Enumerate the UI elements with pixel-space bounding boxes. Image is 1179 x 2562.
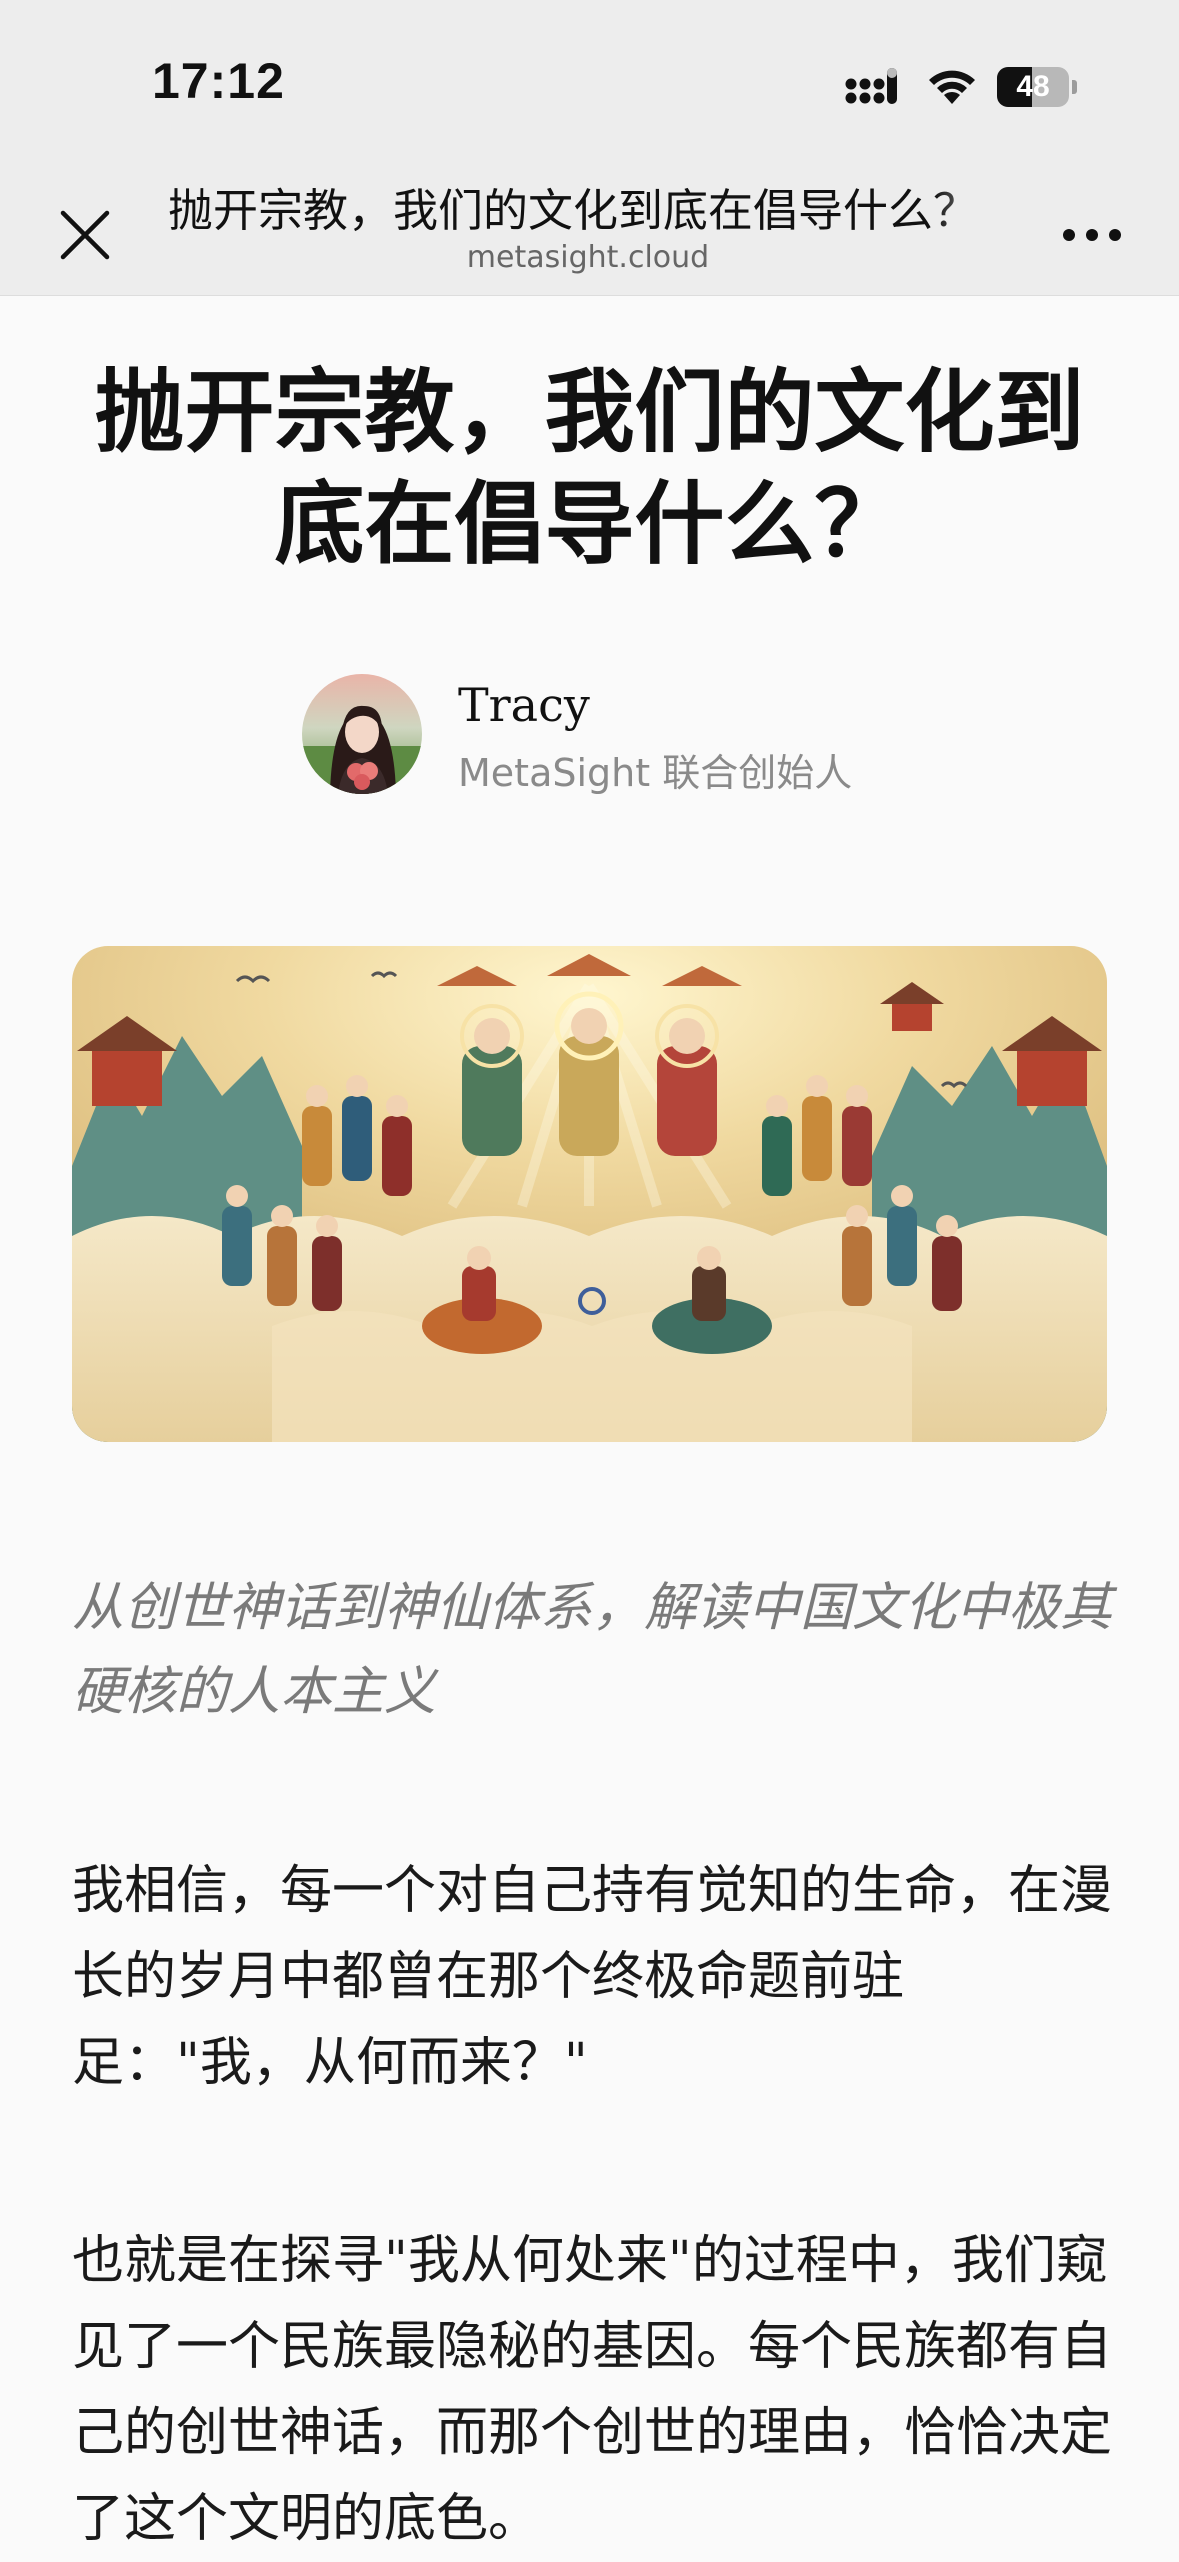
- status-time: 17:12: [152, 53, 285, 109]
- signal-icon: [845, 68, 897, 104]
- avatar[interactable]: [302, 674, 422, 794]
- paragraph: 也就是在探寻"我从何处来"的过程中，我们窥见了一个民族最隐秘的基因。每个民族都有…: [72, 2231, 1113, 2549]
- status-bar: 17:12 48: [0, 0, 1179, 170]
- wifi-icon: [929, 70, 975, 104]
- close-button[interactable]: [40, 190, 130, 280]
- more-button[interactable]: [1052, 198, 1132, 268]
- more-icon: [1063, 229, 1121, 241]
- article-title: 抛开宗教，我们的文化到底在倡导什么？: [94, 359, 1085, 577]
- browser-nav-bar: 抛开宗教，我们的文化到底在倡导什么？ metasight.cloud: [0, 170, 1179, 296]
- author-name[interactable]: Tracy: [458, 678, 590, 732]
- page-title: 抛开宗教，我们的文化到底在倡导什么？: [168, 184, 979, 237]
- close-icon: [60, 210, 110, 260]
- article[interactable]: 抛开宗教，我们的文化到底在倡导什么？ Tracy MetaSight 联合创始人…: [0, 296, 1179, 2556]
- article-subtitle: 从创世神话到神仙体系，解读中国文化中极其硬核的人本主义: [72, 1578, 1113, 1722]
- page-domain: metasight.cloud: [466, 240, 710, 275]
- author-block[interactable]: Tracy MetaSight 联合创始人: [302, 674, 952, 798]
- author-role: MetaSight 联合创始人: [458, 751, 853, 795]
- hero-image[interactable]: [72, 946, 1107, 1442]
- battery-icon: 48: [997, 67, 1077, 107]
- battery-level: 48: [1016, 70, 1050, 103]
- hero-illustration: [72, 946, 1107, 1442]
- paragraph: 我相信，每一个对自己持有觉知的生命，在漫长的岁月中都曾在那个终极命题前驻足："我…: [72, 1861, 1113, 2093]
